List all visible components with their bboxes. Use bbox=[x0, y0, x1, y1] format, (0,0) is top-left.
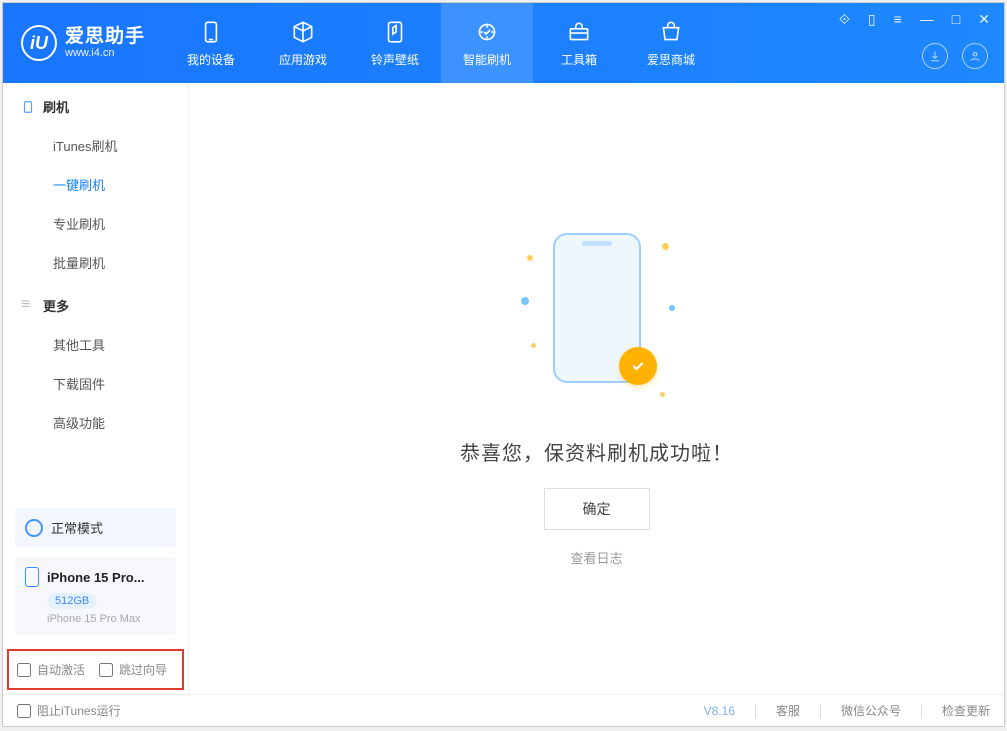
download-icon[interactable] bbox=[922, 43, 948, 69]
check-badge-icon bbox=[619, 347, 657, 385]
success-message: 恭喜您，保资料刷机成功啦！ bbox=[460, 437, 733, 466]
sidebar-item-batch-flash[interactable]: 批量刷机 bbox=[3, 243, 188, 282]
tab-toolbox[interactable]: 工具箱 bbox=[533, 3, 625, 83]
sidebar-section-flash: 刷机 bbox=[3, 83, 188, 126]
status-gear-icon bbox=[25, 519, 43, 537]
device-name: iPhone 15 Pro... bbox=[47, 570, 145, 585]
tab-store[interactable]: 爱思商城 bbox=[625, 3, 717, 83]
device-status[interactable]: 正常模式 bbox=[15, 508, 176, 547]
menu-icon[interactable]: ≡ bbox=[890, 9, 906, 30]
version-label: V8.16 bbox=[704, 704, 735, 718]
flash-section-icon bbox=[21, 100, 35, 114]
sidebar-item-one-click-flash[interactable]: 一键刷机 bbox=[3, 165, 188, 204]
logo: iU 爱思助手 www.i4.cn bbox=[3, 25, 145, 61]
sidebar-item-advanced[interactable]: 高级功能 bbox=[3, 403, 188, 442]
checkbox-auto-activate[interactable]: 自动激活 bbox=[17, 661, 85, 678]
header-right-icons bbox=[922, 43, 988, 69]
footer-link-support[interactable]: 客服 bbox=[776, 702, 800, 719]
tab-ringtone-wallpaper[interactable]: 铃声壁纸 bbox=[349, 3, 441, 83]
maximize-icon[interactable]: □ bbox=[948, 9, 964, 30]
more-section-icon: ≡ bbox=[21, 299, 35, 313]
view-log-link[interactable]: 查看日志 bbox=[570, 548, 622, 567]
body: 刷机 iTunes刷机 一键刷机 专业刷机 批量刷机 ≡ 更多 其他工具 下载固… bbox=[3, 83, 1004, 694]
success-illustration bbox=[543, 233, 651, 403]
ok-button[interactable]: 确定 bbox=[544, 488, 650, 530]
device-card[interactable]: iPhone 15 Pro... 512GB iPhone 15 Pro Max bbox=[15, 557, 176, 635]
options-highlight-box: 自动激活 跳过向导 bbox=[7, 649, 184, 690]
sidebar-item-other-tools[interactable]: 其他工具 bbox=[3, 325, 188, 364]
footer-link-update[interactable]: 检查更新 bbox=[942, 702, 990, 719]
app-window: iU 爱思助手 www.i4.cn 我的设备 应用游戏 铃声壁纸 智能刷机 bbox=[2, 2, 1005, 727]
sidebar: 刷机 iTunes刷机 一键刷机 专业刷机 批量刷机 ≡ 更多 其他工具 下载固… bbox=[3, 83, 189, 694]
user-icon[interactable] bbox=[962, 43, 988, 69]
device-model: iPhone 15 Pro Max bbox=[47, 613, 166, 625]
sidebar-section-more: ≡ 更多 bbox=[3, 282, 188, 325]
tab-smart-flash[interactable]: 智能刷机 bbox=[441, 3, 533, 83]
sidebar-item-pro-flash[interactable]: 专业刷机 bbox=[3, 204, 188, 243]
close-icon[interactable]: ✕ bbox=[974, 9, 994, 30]
sidebar-item-itunes-flash[interactable]: iTunes刷机 bbox=[3, 126, 188, 165]
device-phone-icon bbox=[25, 567, 39, 587]
app-title: 爱思助手 bbox=[65, 27, 145, 48]
sidebar-item-download-firmware[interactable]: 下载固件 bbox=[3, 364, 188, 403]
footer: 阻止iTunes运行 V8.16 客服 微信公众号 检查更新 bbox=[3, 694, 1004, 726]
checkbox-block-itunes[interactable]: 阻止iTunes运行 bbox=[17, 702, 121, 719]
logo-icon: iU bbox=[21, 25, 57, 61]
app-subtitle: www.i4.cn bbox=[65, 47, 145, 59]
top-tabs: 我的设备 应用游戏 铃声壁纸 智能刷机 工具箱 爱思商城 bbox=[165, 3, 717, 83]
skin-icon[interactable]: ⟐ bbox=[835, 9, 854, 30]
footer-link-wechat[interactable]: 微信公众号 bbox=[841, 702, 901, 719]
minimize-icon[interactable]: — bbox=[916, 9, 938, 30]
phone-mini-icon[interactable]: ▯ bbox=[864, 9, 880, 30]
checkbox-skip-guide[interactable]: 跳过向导 bbox=[99, 661, 167, 678]
tab-my-device[interactable]: 我的设备 bbox=[165, 3, 257, 83]
device-storage: 512GB bbox=[47, 593, 97, 609]
main-content: 恭喜您，保资料刷机成功啦！ 确定 查看日志 bbox=[189, 83, 1004, 694]
header: iU 爱思助手 www.i4.cn 我的设备 应用游戏 铃声壁纸 智能刷机 bbox=[3, 3, 1004, 83]
window-controls: ⟐ ▯ ≡ — □ ✕ bbox=[835, 9, 994, 30]
tab-apps-games[interactable]: 应用游戏 bbox=[257, 3, 349, 83]
